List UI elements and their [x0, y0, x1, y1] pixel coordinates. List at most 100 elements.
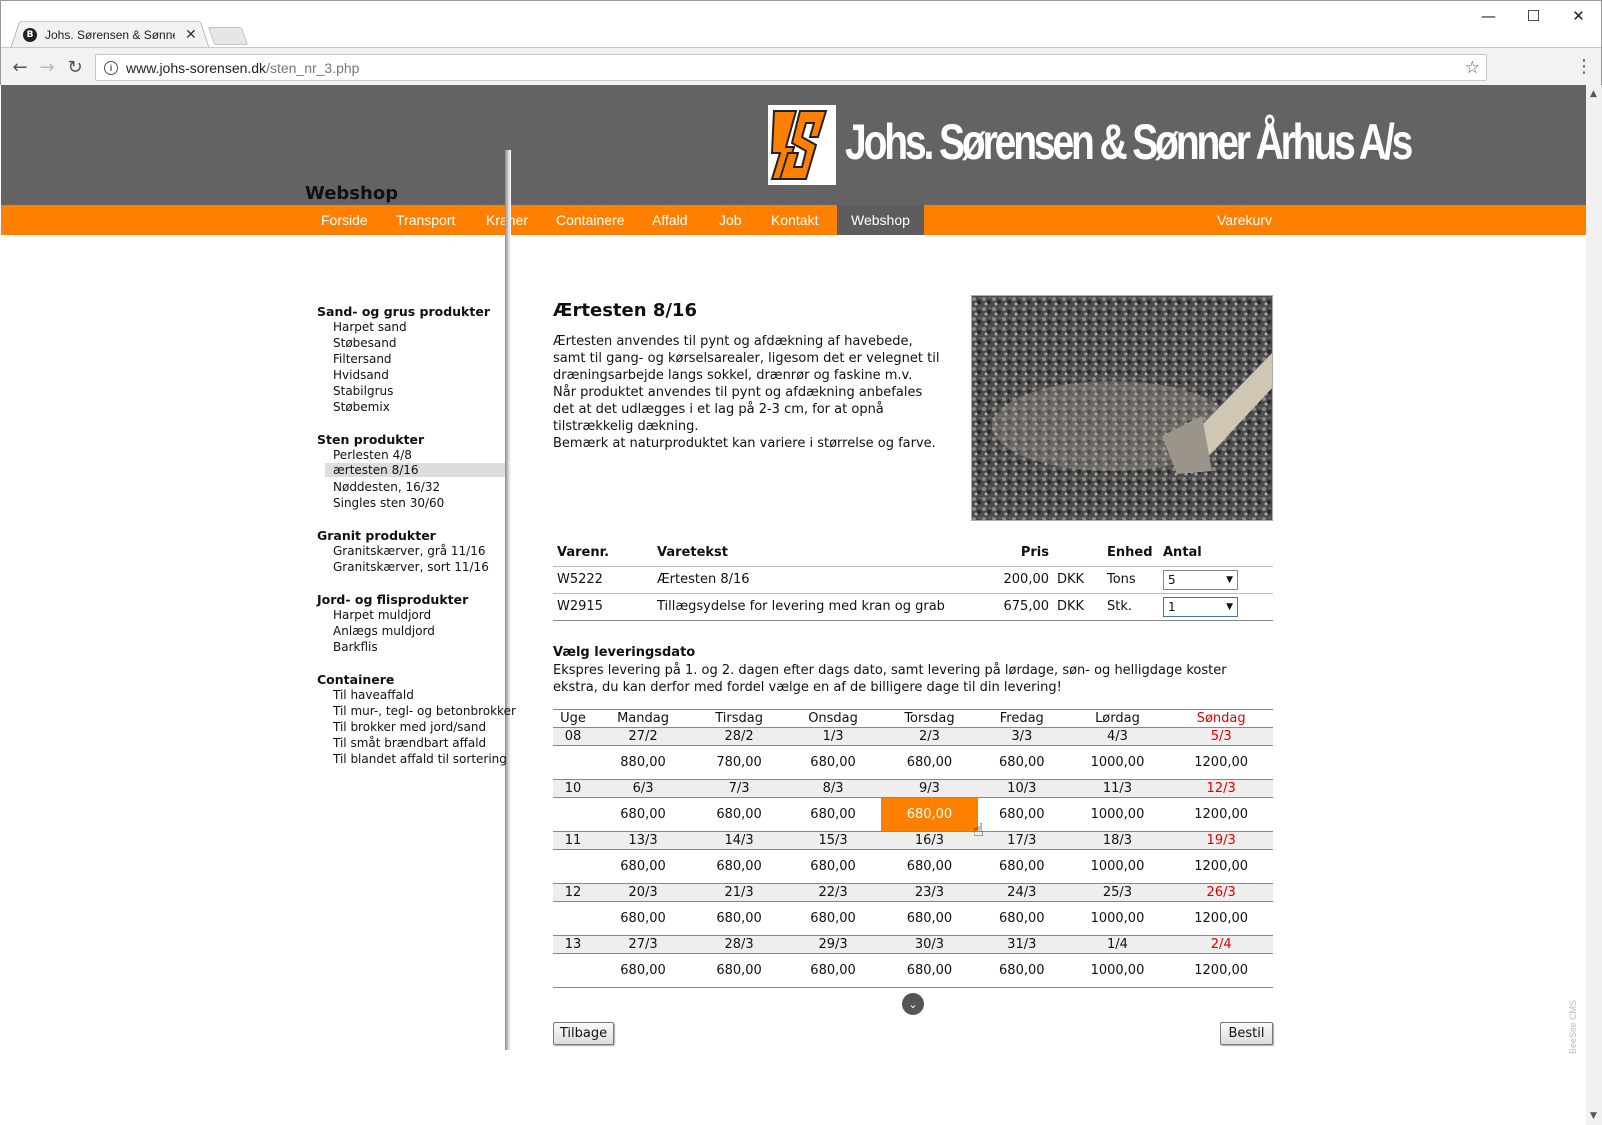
- sidebar-item[interactable]: Til brokker med jord/sand: [333, 720, 486, 734]
- sidebar-item-selected[interactable]: ærtesten 8/16: [325, 463, 505, 477]
- quantity-select[interactable]: 1 ▼: [1163, 596, 1238, 617]
- category-sten[interactable]: Sten produkter: [317, 432, 424, 447]
- scroll-up-icon[interactable]: ▲: [1590, 89, 1597, 99]
- category-jord[interactable]: Jord- og flisprodukter: [317, 592, 468, 607]
- forward-arrow-icon[interactable]: →: [36, 56, 58, 78]
- delivery-price[interactable]: 680,00: [785, 798, 881, 832]
- sidebar-item[interactable]: Til haveaffald: [333, 688, 414, 702]
- sidebar-item[interactable]: Harpet sand: [333, 320, 407, 334]
- sidebar-item[interactable]: Perlesten 4/8: [333, 448, 412, 462]
- delivery-price[interactable]: 1000,00: [1066, 746, 1170, 780]
- delivery-price[interactable]: 780,00: [693, 746, 785, 780]
- new-tab-button[interactable]: [207, 27, 249, 45]
- delivery-price[interactable]: 1000,00: [1065, 953, 1170, 988]
- delivery-price[interactable]: 680,00: [593, 953, 694, 988]
- delivery-price[interactable]: 1000,00: [1066, 798, 1170, 832]
- delivery-price[interactable]: 1000,00: [1066, 850, 1170, 884]
- sidebar-item[interactable]: Støbesand: [333, 336, 397, 350]
- scroll-down-icon[interactable]: ▼: [1590, 1111, 1597, 1121]
- nav-transport[interactable]: Transport: [382, 205, 469, 235]
- sidebar-item[interactable]: Barkflis: [333, 640, 378, 654]
- browser-tab-content[interactable]: B Johs. Sørensen & Sønner ✕: [23, 24, 203, 46]
- sidebar-item[interactable]: Nøddesten, 16/32: [333, 480, 440, 494]
- bookmark-star-icon[interactable]: ☆: [1465, 58, 1480, 78]
- delivery-price[interactable]: 1200,00: [1169, 953, 1273, 988]
- delivery-price[interactable]: 680,00: [978, 850, 1066, 884]
- category-granit[interactable]: Granit produkter: [317, 528, 436, 543]
- back-arrow-icon[interactable]: ←: [9, 56, 31, 78]
- delivery-price[interactable]: 680,00: [881, 902, 978, 936]
- delivery-price[interactable]: 680,00: [881, 746, 978, 780]
- sidebar-item[interactable]: Singles sten 30/60: [333, 496, 444, 510]
- calendar-date: 2/4: [1169, 935, 1273, 954]
- delivery-calendar: Uge Mandag Tirsdag Onsdag Torsdag Fredag…: [553, 709, 1273, 988]
- reload-icon[interactable]: ↻: [64, 56, 86, 78]
- nav-forside[interactable]: Forside: [307, 205, 382, 235]
- sidebar-item[interactable]: Granitskærver, grå 11/16: [333, 544, 486, 558]
- nav-containere[interactable]: Containere: [542, 205, 639, 235]
- quantity-select[interactable]: 5 ▼: [1163, 569, 1238, 590]
- page-scrollbar[interactable]: ▲ ▼: [1586, 85, 1602, 1125]
- order-button[interactable]: Bestil: [1220, 1022, 1273, 1045]
- maximize-icon[interactable]: ☐: [1511, 1, 1556, 31]
- delivery-price[interactable]: 680,00: [785, 953, 881, 988]
- info-icon[interactable]: i: [104, 60, 118, 75]
- header-varenr: Varenr.: [553, 540, 653, 567]
- sidebar-item[interactable]: Hvidsand: [333, 368, 389, 382]
- delivery-price[interactable]: 680,00: [693, 798, 785, 832]
- delivery-price[interactable]: 880,00: [593, 746, 693, 780]
- nav-varekurv[interactable]: Varekurv: [1203, 205, 1286, 235]
- close-tab-icon[interactable]: ✕: [185, 27, 197, 43]
- calendar-price-row: 680,00 680,00 680,00 680,00 680,00 1000,00 120…: [553, 797, 1273, 832]
- delivery-price[interactable]: 1200,00: [1169, 798, 1273, 832]
- category-sand-grus[interactable]: Sand- og grus produkter: [317, 304, 490, 319]
- sidebar-item[interactable]: Anlægs muldjord: [333, 624, 435, 638]
- sidebar-item[interactable]: Til mur-, tegl- og betonbrokker: [333, 704, 516, 718]
- category-containere[interactable]: Containere: [317, 672, 394, 687]
- delivery-price[interactable]: 680,00: [880, 953, 978, 988]
- delivery-price[interactable]: 680,00: [593, 850, 693, 884]
- delivery-price[interactable]: 680,00: [593, 798, 693, 832]
- browser-menu-icon[interactable]: ⋮: [1575, 56, 1593, 77]
- nav-kontakt[interactable]: Kontakt: [757, 205, 832, 235]
- delivery-price[interactable]: 680,00: [693, 953, 786, 988]
- delivery-price[interactable]: 680,00: [881, 850, 978, 884]
- week-number: 10: [553, 779, 593, 798]
- delivery-price[interactable]: 680,00: [593, 902, 693, 936]
- sidebar-item[interactable]: Granitskærver, sort 11/16: [333, 560, 489, 574]
- sidebar-item[interactable]: Støbemix: [333, 400, 390, 414]
- back-button[interactable]: Tilbage: [553, 1022, 614, 1045]
- table-row: W2915 Tillægsydelse for levering med kra…: [553, 593, 1273, 621]
- delivery-price[interactable]: 680,00: [978, 902, 1066, 936]
- delivery-price[interactable]: 1200,00: [1169, 850, 1273, 884]
- sidebar-item[interactable]: Til blandet affald til sortering: [333, 752, 507, 766]
- nav-webshop[interactable]: Webshop: [837, 205, 924, 235]
- delivery-price[interactable]: 680,00: [785, 746, 881, 780]
- delivery-price[interactable]: 1200,00: [1169, 746, 1273, 780]
- delivery-price[interactable]: 680,00: [693, 850, 785, 884]
- delivery-price[interactable]: 680,00: [693, 902, 785, 936]
- delivery-price[interactable]: 680,00: [785, 850, 881, 884]
- calendar-date: 16/3: [880, 831, 978, 850]
- delivery-price[interactable]: 680,00: [978, 798, 1066, 832]
- delivery-price[interactable]: 1000,00: [1066, 902, 1170, 936]
- sidebar-item[interactable]: Harpet muldjord: [333, 608, 431, 622]
- sidebar-item[interactable]: Filtersand: [333, 352, 392, 366]
- logo-mark[interactable]: [768, 105, 836, 185]
- calendar-date: 25/3: [1065, 883, 1170, 902]
- delivery-price[interactable]: 1200,00: [1169, 902, 1273, 936]
- delivery-price[interactable]: 680,00: [977, 953, 1066, 988]
- delivery-price[interactable]: 680,00: [785, 902, 881, 936]
- sidebar-item[interactable]: Stabilgrus: [333, 384, 393, 398]
- delivery-price-selected[interactable]: 680,00: [880, 797, 978, 832]
- address-bar[interactable]: i www.johs-sorensen.dk/sten_nr_3.php ☆: [95, 54, 1487, 81]
- minimize-icon[interactable]: —: [1466, 1, 1511, 31]
- nav-affald[interactable]: Affald: [638, 205, 702, 235]
- calendar-date: 18/3: [1065, 831, 1170, 850]
- nav-job[interactable]: Job: [705, 205, 756, 235]
- week-number: 12: [553, 883, 593, 902]
- chevron-down-icon[interactable]: ⌄: [902, 993, 924, 1015]
- close-window-icon[interactable]: ✕: [1556, 1, 1601, 31]
- delivery-price[interactable]: 680,00: [978, 746, 1066, 780]
- sidebar-item[interactable]: Til småt brændbart affald: [333, 736, 486, 750]
